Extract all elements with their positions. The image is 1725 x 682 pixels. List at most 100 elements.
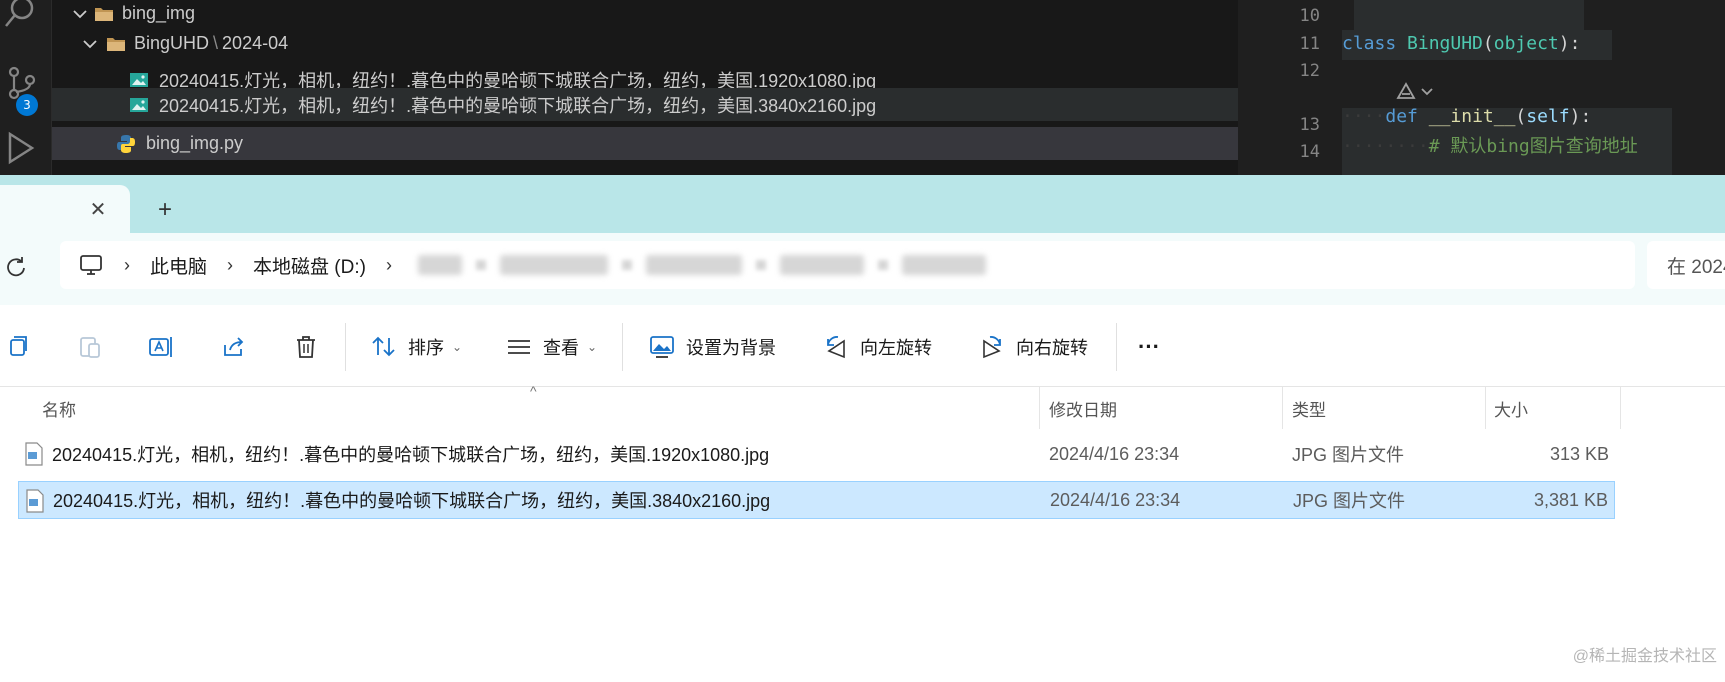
breadcrumb-local-disk[interactable]: 本地磁盘 (D:)	[253, 252, 366, 279]
rotate-right-button[interactable]: 向右旋转	[978, 327, 1088, 367]
sort-icon	[372, 336, 395, 357]
code-editor[interactable]: 10 11 12 13 14 class BingUHD(object): ··…	[1238, 0, 1725, 175]
file-list: ^ 名称 修改日期 类型 大小 20240415.灯光，相机，纽约！.暮色中的曼…	[0, 383, 1725, 682]
rename-button[interactable]	[147, 327, 175, 367]
blurred-segment	[475, 260, 486, 270]
blurred-segment	[621, 260, 632, 270]
code-comment: # 默认bing图片查询地址	[1428, 136, 1638, 157]
view-label: 查看	[543, 338, 579, 358]
python-file-icon	[117, 134, 135, 153]
column-divider[interactable]	[1282, 387, 1283, 429]
paste-button[interactable]	[76, 327, 104, 367]
set-as-background-button[interactable]: 设置为背景	[648, 327, 776, 367]
tree-item-label: bing_img	[122, 3, 196, 23]
sort-label: 排序	[408, 338, 444, 358]
chevron-down-icon	[73, 9, 87, 18]
paste-icon	[80, 337, 100, 358]
function-name: __init__	[1428, 106, 1516, 127]
column-divider[interactable]	[1620, 387, 1621, 429]
file-explorer-window: ✕ + › 此电脑 › 本地磁盘 (D:) › 在 202 排序 ⌄ 查看 ⌄ …	[0, 175, 1725, 682]
toolbar-divider	[345, 323, 346, 371]
address-bar-area: › 此电脑 › 本地磁盘 (D:) › 在 2024	[0, 233, 1725, 305]
punctuation: (	[1515, 106, 1527, 127]
keyword: class	[1342, 33, 1397, 54]
file-name: 20240415.灯光，相机，纽约！.暮色中的曼哈顿下城联合广场，纽约，美国.3…	[53, 491, 771, 511]
computer-icon	[80, 255, 102, 275]
folder-open-icon	[95, 7, 113, 21]
search-input[interactable]: 在 2024	[1647, 241, 1725, 289]
column-header-type[interactable]: 类型	[1292, 387, 1326, 429]
tree-item-image-2160[interactable]: 20240415.灯光，相机，纽约！.暮色中的曼哈顿下城联合广场，纽约，美国.3…	[52, 88, 1238, 121]
copy-button[interactable]	[4, 327, 32, 367]
rename-icon	[149, 337, 172, 357]
column-divider[interactable]	[1039, 387, 1040, 429]
rotate-left-icon	[827, 336, 845, 359]
share-icon	[224, 337, 244, 356]
punctuation: ):	[1558, 33, 1581, 54]
chevron-down-icon	[83, 39, 97, 48]
tree-item-bing-img-py[interactable]: bing_img.py	[52, 127, 1238, 160]
set-background-label: 设置为背景	[686, 338, 776, 358]
new-tab-button[interactable]: +	[150, 195, 180, 225]
file-explorer-panel: bing_img BingUHD \ 2024-04 20240415.灯光，相…	[52, 0, 1238, 175]
image-file-icon	[130, 72, 148, 87]
column-header-modified[interactable]: 修改日期	[1049, 387, 1117, 429]
chevron-right-icon[interactable]: ›	[124, 255, 130, 276]
punctuation: ):	[1569, 106, 1592, 127]
line-number: 14	[1299, 142, 1320, 162]
more-options-button[interactable]: ···	[1138, 327, 1160, 367]
refresh-button[interactable]	[2, 253, 30, 281]
activity-bar: 3	[0, 0, 52, 175]
tree-item-path-suffix: 2024-04	[222, 33, 289, 53]
copy-icon	[10, 336, 27, 356]
path-separator: \	[213, 33, 219, 53]
tree-item-label: BingUHD	[134, 33, 210, 53]
tree-item-bing-img-folder[interactable]: bing_img	[52, 0, 1238, 30]
blurred-segment	[779, 255, 864, 275]
delete-button[interactable]	[292, 327, 320, 367]
keyword: def	[1385, 106, 1418, 127]
sort-button[interactable]: 排序 ⌄	[370, 327, 462, 367]
line-number: 12	[1299, 61, 1320, 81]
folder-open-icon	[107, 37, 125, 51]
run-debug-icon[interactable]	[2, 128, 42, 168]
file-name: 20240415.灯光，相机，纽约！.暮色中的曼哈顿下城联合广场，纽约，美国.1…	[52, 445, 770, 465]
file-row-selected[interactable]: 20240415.灯光，相机，纽约！.暮色中的曼哈顿下城联合广场，纽约，美国.3…	[18, 481, 1615, 519]
tree-item-label: 20240415.灯光，相机，纽约！.暮色中的曼哈顿下城联合广场，纽约，美国.3…	[159, 95, 877, 116]
source-control-badge: 3	[16, 94, 38, 116]
line-number: 11	[1299, 34, 1320, 54]
search-icon[interactable]	[2, 0, 42, 34]
jpg-file-icon	[25, 442, 43, 466]
sort-ascending-icon: ^	[530, 383, 537, 399]
chevron-right-icon[interactable]: ›	[386, 255, 392, 276]
indent-guide: ········	[1342, 136, 1429, 157]
set-background-icon	[650, 336, 674, 358]
rotate-left-button[interactable]: 向左旋转	[822, 327, 932, 367]
close-tab-button[interactable]: ✕	[86, 197, 110, 221]
blurred-segment	[877, 260, 888, 270]
explorer-tab[interactable]: ✕	[0, 185, 130, 233]
breadcrumb-this-pc[interactable]: 此电脑	[150, 252, 207, 279]
command-bar: 排序 ⌄ 查看 ⌄ 设置为背景 向左旋转 向右旋转 ···	[0, 305, 1725, 387]
address-bar[interactable]: › 此电脑 › 本地磁盘 (D:) ›	[60, 241, 1635, 289]
jpg-file-icon	[26, 489, 44, 513]
codelens-icon[interactable]	[1394, 80, 1438, 104]
chevron-right-icon[interactable]: ›	[227, 255, 233, 276]
chevron-down-icon: ⌄	[587, 340, 598, 354]
file-size: 3,381 KB	[1533, 489, 1608, 510]
toolbar-divider	[1116, 323, 1117, 371]
tab-bar: ✕ +	[0, 175, 1725, 233]
share-button[interactable]	[220, 327, 248, 367]
column-divider[interactable]	[1485, 387, 1486, 429]
image-file-icon	[130, 97, 148, 112]
column-header-size[interactable]: 大小	[1494, 387, 1528, 429]
code-line-11: class BingUHD(object):	[1342, 33, 1580, 54]
code-line-14: ········# 默认bing图片查询地址	[1342, 132, 1638, 158]
blurred-segment	[417, 255, 462, 275]
column-header-name[interactable]: 名称	[42, 387, 76, 429]
code-line-13: ····def __init__(self):	[1342, 106, 1591, 127]
trash-icon	[297, 336, 315, 358]
file-row[interactable]: 20240415.灯光，相机，纽约！.暮色中的曼哈顿下城联合广场，纽约，美国.1…	[18, 435, 1615, 473]
tree-item-binguhd-folder[interactable]: BingUHD \ 2024-04	[52, 27, 1238, 60]
view-button[interactable]: 查看 ⌄	[505, 327, 597, 367]
